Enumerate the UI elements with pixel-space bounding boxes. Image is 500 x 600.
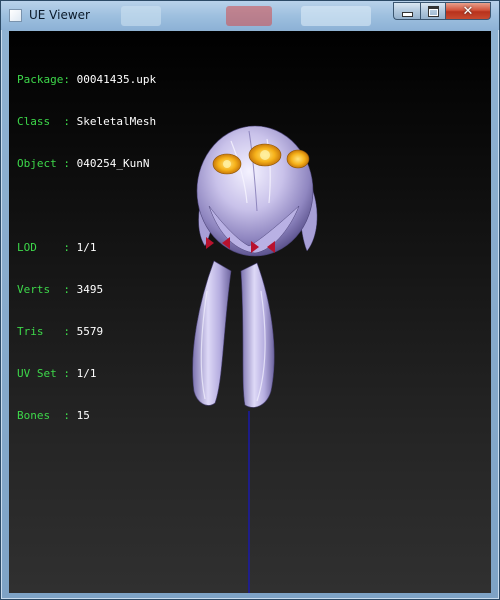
hair-ornament — [286, 149, 310, 169]
info-label: Object : — [17, 157, 70, 170]
info-value: 5579 — [76, 325, 104, 338]
info-row-verts: Verts : 3495 — [17, 283, 156, 297]
close-button[interactable]: ✕ — [446, 2, 491, 20]
maximize-button[interactable] — [420, 2, 446, 20]
info-value: SkeletalMesh — [76, 115, 157, 128]
info-label: LOD : — [17, 241, 70, 254]
app-icon — [9, 9, 22, 22]
maximize-icon — [427, 5, 439, 17]
info-row-lod: LOD : 1/1 — [17, 241, 156, 255]
info-label: Package: — [17, 73, 70, 86]
3d-viewport[interactable]: Package: 00041435.upk Class : SkeletalMe… — [9, 31, 491, 593]
background-taskbar-tile — [226, 6, 272, 26]
minimize-button[interactable] — [393, 2, 420, 20]
info-value: 1/1 — [76, 241, 97, 254]
title-bar[interactable]: UE Viewer ✕ — [1, 1, 499, 30]
info-value: 040254_KunN — [76, 157, 150, 170]
background-taskbar-tile — [121, 6, 161, 26]
info-value: 00041435.upk — [76, 73, 157, 86]
hair-tail-right — [240, 262, 275, 408]
info-row-tris: Tris : 5579 — [17, 325, 156, 339]
app-window: UE Viewer ✕ Package: 00041435.upk Class … — [0, 0, 500, 600]
background-taskbar-tile — [301, 6, 371, 26]
info-row-uvset: UV Set : 1/1 — [17, 367, 156, 381]
info-row-object: Object : 040254_KunN — [17, 157, 156, 171]
info-label: UV Set : — [17, 367, 70, 380]
info-label: Class : — [17, 115, 70, 128]
close-icon: ✕ — [462, 3, 474, 19]
info-row-bones: Bones : 15 — [17, 409, 156, 423]
info-value: 3495 — [76, 283, 104, 296]
info-label: Tris : — [17, 325, 70, 338]
hair-tail-left — [192, 260, 232, 406]
info-label: Verts : — [17, 283, 70, 296]
mesh-info-overlay: Package: 00041435.upk Class : SkeletalMe… — [17, 45, 156, 451]
hair-head — [196, 125, 314, 257]
info-value: 1/1 — [76, 367, 97, 380]
info-row-class: Class : SkeletalMesh — [17, 115, 156, 129]
info-value: 15 — [76, 409, 90, 422]
window-title: UE Viewer — [29, 8, 90, 22]
info-row-package: Package: 00041435.upk — [17, 73, 156, 87]
minimize-icon — [401, 11, 413, 17]
info-label: Bones : — [17, 409, 70, 422]
